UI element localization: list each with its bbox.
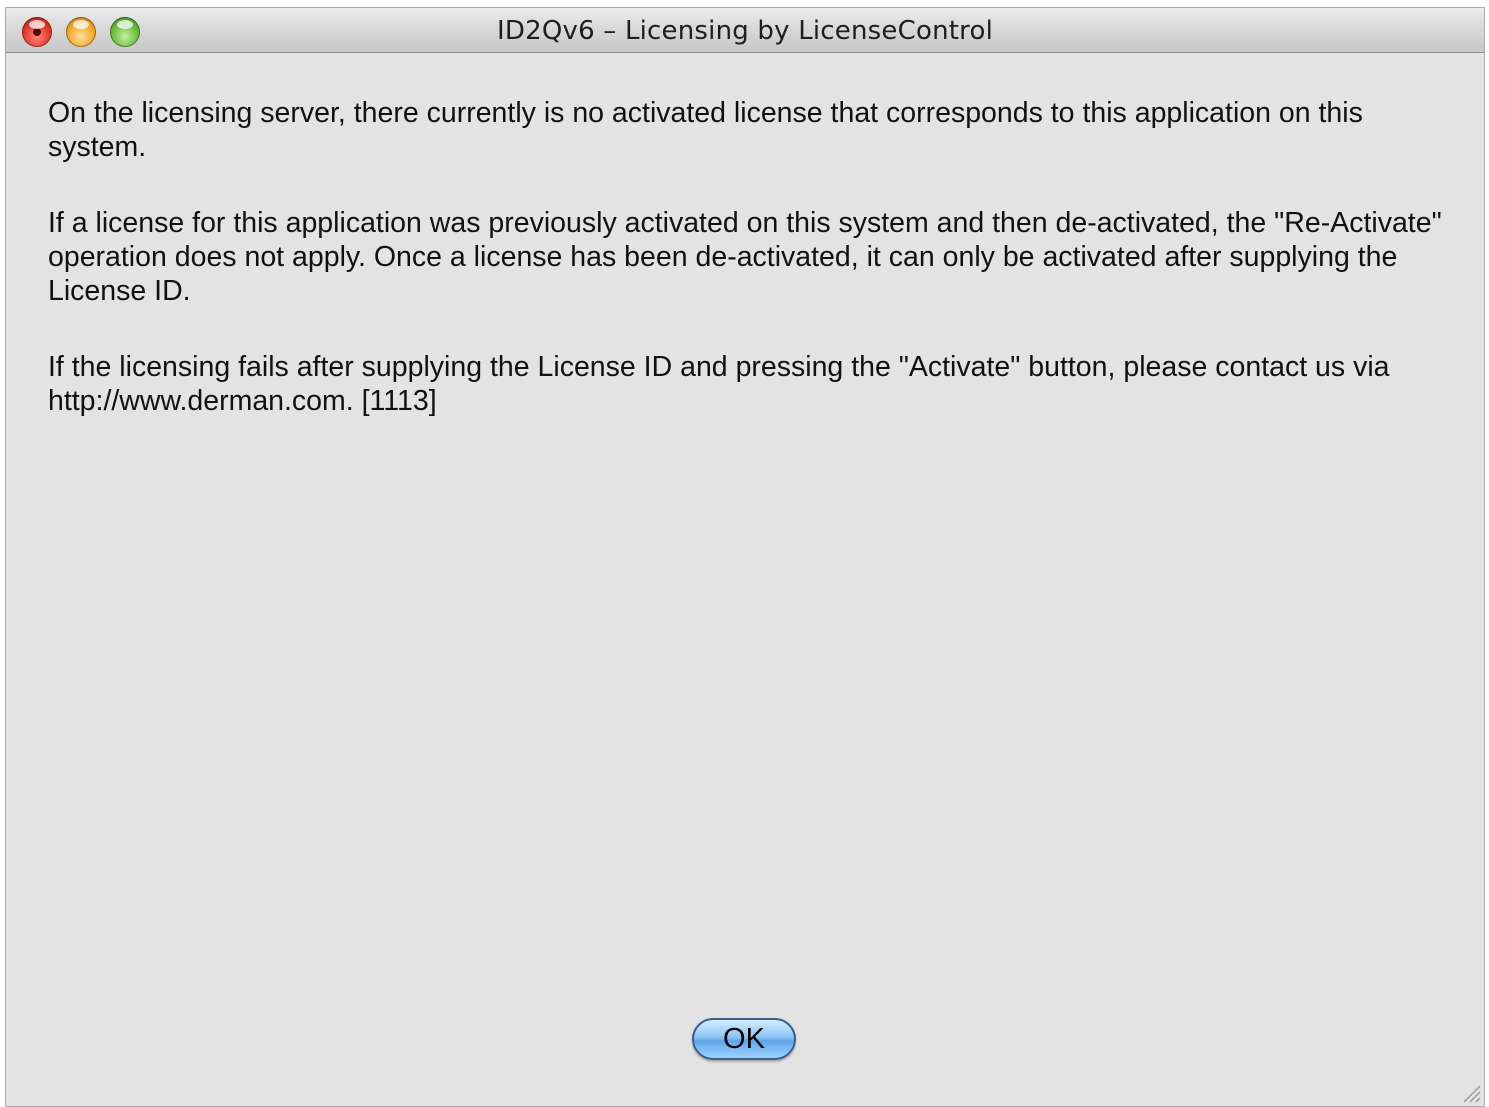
message-paragraph-3: If the licensing fails after supplying t… <box>48 351 1390 417</box>
message-paragraph-1: On the licensing server, there currently… <box>48 97 1363 163</box>
window-title: ID2Qv6 – Licensing by LicenseControl <box>496 16 993 46</box>
ok-button[interactable]: OK <box>692 1018 796 1060</box>
resize-grip-icon[interactable] <box>1460 1082 1482 1104</box>
message-body: On the licensing server, there currently… <box>48 96 1448 460</box>
license-dialog-window: ID2Qv6 – Licensing by LicenseControl On … <box>6 8 1484 1106</box>
message-paragraph-2: If a license for this application was pr… <box>48 207 1442 307</box>
title-bar[interactable]: ID2Qv6 – Licensing by LicenseControl <box>6 8 1484 53</box>
